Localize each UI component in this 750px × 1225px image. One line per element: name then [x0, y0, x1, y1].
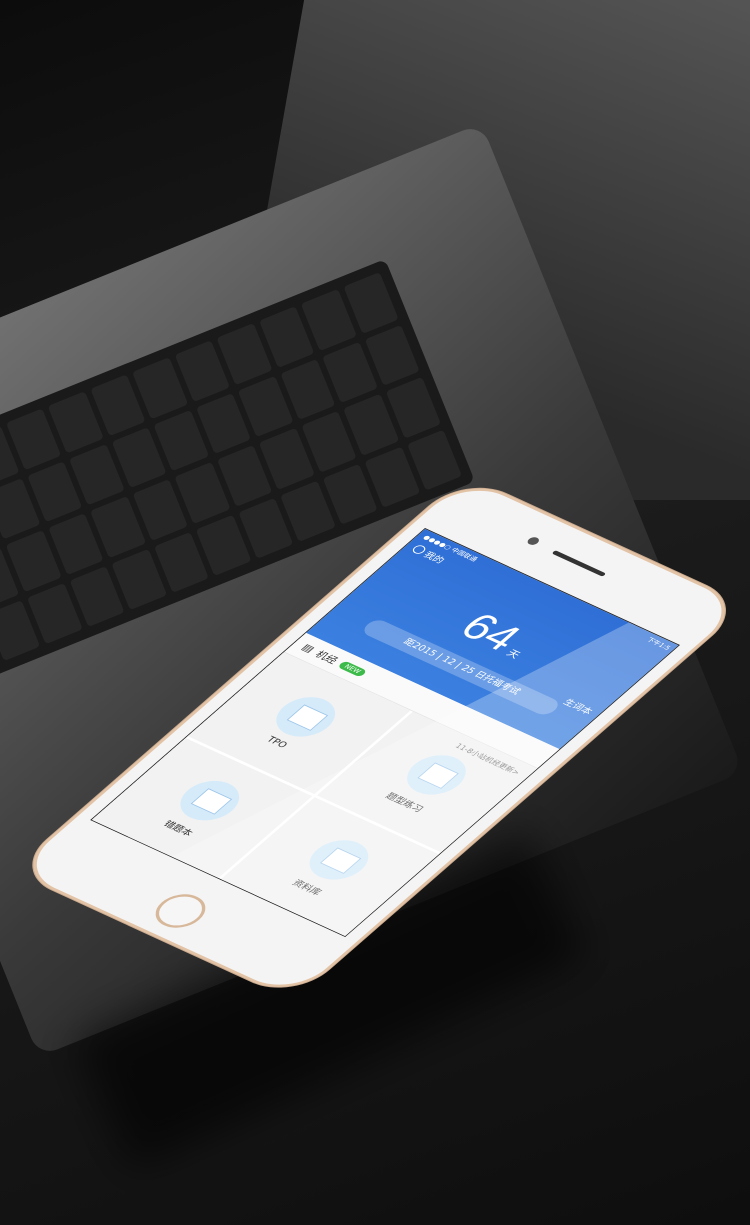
- grid-label: 错题本: [160, 819, 195, 839]
- new-badge: NEW: [337, 660, 368, 678]
- days-number: 64: [449, 604, 533, 659]
- grid-label: TPO: [264, 734, 290, 750]
- section-title: 机经: [312, 648, 341, 666]
- book-icon: ▤: [298, 641, 318, 655]
- days-unit: 天: [503, 648, 523, 661]
- tpo-document-icon: [264, 689, 348, 744]
- wrong-notebook-icon: [168, 773, 252, 828]
